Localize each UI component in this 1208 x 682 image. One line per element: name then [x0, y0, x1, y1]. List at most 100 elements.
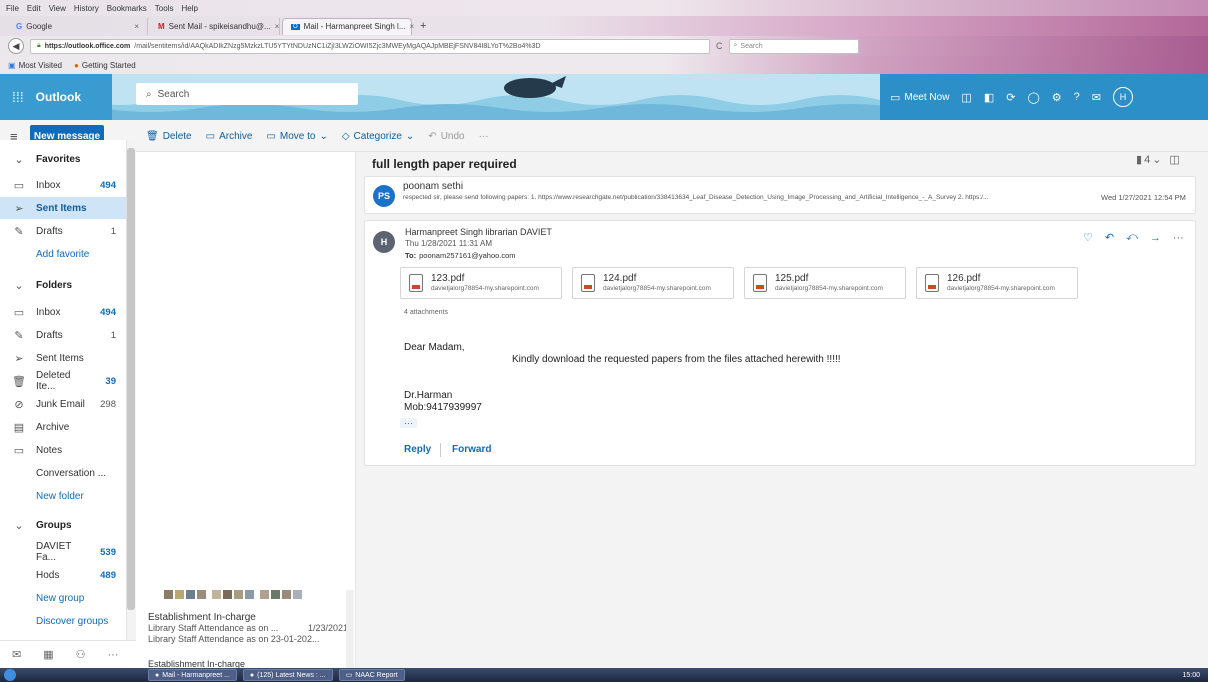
more-apps-icon[interactable]: ···: [108, 649, 119, 661]
thread-count[interactable]: ▮ 4 ⌄: [1136, 153, 1161, 167]
bookmark-most-visited[interactable]: ▣ Most Visited: [8, 61, 62, 70]
discover-groups-link[interactable]: Discover groups: [0, 610, 126, 632]
folder-pane: ⌄ Favorites ▭ Inbox 494 ➢ Sent Items ✎ Drafts…: [0, 140, 126, 640]
sidebar-item-notes[interactable]: ▭ Notes: [0, 439, 126, 461]
sidebar-item-archive[interactable]: ▤ Archive: [0, 416, 126, 438]
new-folder-link[interactable]: New folder: [0, 485, 126, 507]
sidebar-item-fav-sent[interactable]: ➢ Sent Items: [0, 197, 126, 219]
tag-icon: ◇: [341, 130, 350, 142]
feedback-icon[interactable]: ✉: [1092, 91, 1101, 104]
sidebar-item-junk[interactable]: ⊘ Junk Email 298: [0, 393, 126, 415]
tab-gmail[interactable]: M Sent Mail - spikeisandhu@... ×: [150, 17, 280, 35]
bookmark-getting-started[interactable]: ● Getting Started: [74, 61, 136, 70]
mail-icon[interactable]: ✉: [12, 648, 21, 661]
groups-header[interactable]: ⌄ Groups: [0, 514, 126, 536]
sidebar-item-fav-inbox[interactable]: ▭ Inbox 494: [0, 174, 126, 196]
attachment-126[interactable]: 126.pdf davietjalorg78854-my.sharepoint.c…: [916, 267, 1078, 299]
pencil-icon: ✎: [14, 329, 24, 342]
tab-google[interactable]: G Google ×: [8, 17, 148, 35]
taskbar-item-naac[interactable]: ▭ NAAC Report: [338, 669, 405, 681]
more-icon[interactable]: ···: [1173, 232, 1184, 244]
menu-help[interactable]: Help: [181, 4, 197, 13]
lock-icon: 🔒︎: [37, 42, 41, 49]
avatar[interactable]: H: [1112, 87, 1133, 107]
sidebar-item-sent[interactable]: ➢ Sent Items: [0, 347, 126, 369]
os-taskbar: ● Mail - Harmanpreet ... ● (125) Latest Ne…: [0, 668, 1208, 682]
undo-button[interactable]: ↶ Undo: [428, 131, 464, 142]
menu-tools[interactable]: Tools: [155, 4, 174, 13]
calendar-icon[interactable]: ▦: [43, 648, 53, 661]
sidebar-item-fav-drafts[interactable]: ✎ Drafts 1: [0, 220, 126, 242]
firefox-icon: ●: [155, 671, 160, 679]
thread-tools: ▮ 4 ⌄ ◫: [1136, 153, 1180, 167]
bell-icon[interactable]: ◯: [1027, 91, 1039, 104]
skype-icon[interactable]: ◧: [984, 91, 994, 104]
sidebar-item-group-hods[interactable]: Hods 489: [0, 564, 126, 586]
sidebar-item-inbox[interactable]: ▭ Inbox 494: [0, 301, 126, 323]
reply-all-icon[interactable]: ⤺: [1126, 231, 1138, 244]
collapsed-message[interactable]: PS poonam sethi respected sir, please se…: [364, 176, 1196, 214]
back-icon[interactable]: ◀: [8, 38, 24, 54]
show-quoted-button[interactable]: ···: [400, 418, 417, 428]
url-bar[interactable]: 🔒︎ https://outlook.office.com/mail/senti…: [30, 38, 710, 54]
forward-button[interactable]: Forward: [452, 444, 491, 455]
categorize-button[interactable]: ◇ Categorize ⌄: [342, 131, 414, 142]
people-icon[interactable]: ⚇: [76, 648, 86, 661]
command-actions: 🗑︎ Delete ▭ Archive ▭ Move to ⌄ ◇ Categorize ⌄…: [146, 120, 489, 152]
gear-icon[interactable]: ⚙: [1052, 91, 1062, 104]
menu-bookmarks[interactable]: Bookmarks: [107, 4, 147, 13]
menu-view[interactable]: View: [49, 4, 66, 13]
reply-button[interactable]: Reply: [404, 444, 431, 455]
new-tab-icon[interactable]: +: [420, 20, 426, 32]
reply-icon[interactable]: ↶: [1105, 231, 1114, 244]
message-date: Wed 1/27/2021 12:54 PM: [1101, 193, 1186, 202]
app-launcher-icon[interactable]: ⁞⁞⁞: [12, 89, 24, 105]
pop-out-icon[interactable]: ◫: [1169, 153, 1179, 166]
menu-file[interactable]: File: [6, 4, 19, 13]
browser-search-input[interactable]: ⌕ Search: [728, 38, 859, 54]
close-icon[interactable]: ×: [134, 22, 139, 31]
outlook-icon: O: [291, 23, 300, 30]
help-icon[interactable]: ?: [1074, 91, 1080, 103]
list-item[interactable]: Establishment In-charge Library Staff At…: [148, 612, 348, 645]
forward-icon[interactable]: →: [1150, 232, 1161, 244]
video-icon: ▭: [890, 91, 901, 104]
sidebar-item-drafts[interactable]: ✎ Drafts 1: [0, 324, 126, 346]
folder-scroll-thumb[interactable]: [127, 148, 135, 610]
close-icon[interactable]: ×: [275, 22, 280, 31]
sidebar-item-deleted[interactable]: 🗑︎ Deleted Ite... 39: [0, 370, 126, 392]
folders-header[interactable]: ⌄ Folders: [0, 274, 126, 296]
taskbar-item-mail[interactable]: ● Mail - Harmanpreet ...: [148, 669, 237, 681]
message-date: Thu 1/28/2021 11:31 AM: [405, 239, 493, 248]
start-icon[interactable]: [4, 669, 16, 681]
like-icon[interactable]: ♡: [1083, 231, 1093, 244]
my-day-icon[interactable]: ⟳: [1006, 91, 1015, 104]
pdf-file-icon: [925, 274, 939, 292]
menu-history[interactable]: History: [74, 4, 99, 13]
close-icon[interactable]: ×: [410, 22, 415, 31]
tab-outlook[interactable]: O Mail - Harmanpreet Singh l... ×: [282, 17, 415, 35]
teams-icon[interactable]: ◫: [961, 91, 971, 104]
attachment-125[interactable]: 125.pdf davietjalorg78854-my.sharepoint.c…: [744, 267, 906, 299]
delete-button[interactable]: 🗑︎ Delete: [146, 131, 192, 142]
reload-icon[interactable]: C: [716, 41, 723, 51]
favorites-header[interactable]: ⌄ Favorites: [0, 148, 126, 170]
add-favorite-link[interactable]: Add favorite: [0, 243, 126, 265]
attachment-124[interactable]: 124.pdf davietjalorg78854-my.sharepoint.c…: [572, 267, 734, 299]
list-item[interactable]: Establishment In-charge: [148, 659, 348, 668]
taskbar-item-news[interactable]: ● (125) Latest News : ...: [242, 669, 333, 681]
menu-edit[interactable]: Edit: [27, 4, 41, 13]
sidebar-item-group-daviet[interactable]: DAVIET Fa... 539: [0, 541, 126, 563]
meet-now-button[interactable]: ▭ Meet Now: [890, 91, 949, 104]
mail-search-input[interactable]: ⌕ Search: [136, 83, 358, 105]
recipient[interactable]: poonam257161@yahoo.com: [419, 251, 515, 260]
archive-button[interactable]: ▭ Archive: [206, 131, 253, 142]
sidebar-item-conversation[interactable]: Conversation ...: [0, 462, 126, 484]
new-group-link[interactable]: New group: [0, 587, 126, 609]
pencil-icon: ✎: [14, 225, 24, 238]
attachment-123[interactable]: 123.pdf davietjalorg78854-my.sharepoint.c…: [400, 267, 562, 299]
move-to-button[interactable]: ▭ Move to ⌄: [266, 131, 327, 142]
outlook-brand[interactable]: Outlook: [36, 90, 81, 104]
message-list-scrollbar[interactable]: [346, 590, 354, 668]
more-actions-button[interactable]: ···: [479, 131, 489, 142]
